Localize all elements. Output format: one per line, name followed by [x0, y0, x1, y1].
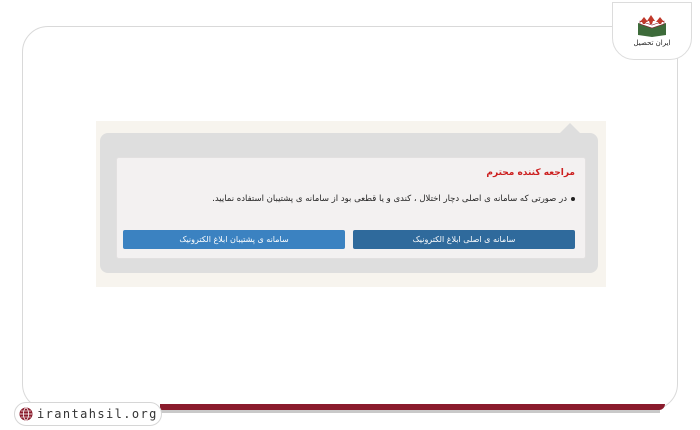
book-logo-icon	[638, 15, 666, 37]
globe-icon	[19, 407, 33, 421]
panel-notch	[560, 123, 580, 133]
frame-accent-line	[160, 404, 665, 410]
site-url-badge: irantahsil.org	[14, 402, 162, 426]
notice-card: مراجعه کننده محترم در صورتی که سامانه ی …	[116, 157, 586, 259]
notice-container: مراجعه کننده محترم در صورتی که سامانه ی …	[100, 123, 598, 273]
notice-message: در صورتی که سامانه ی اصلی دچار اختلال ، …	[212, 194, 567, 204]
primary-system-button[interactable]: سامانه ی اصلی ابلاغ الکترونیک	[353, 230, 575, 249]
site-url-text: irantahsil.org	[37, 407, 158, 421]
notice-title: مراجعه کننده محترم	[486, 168, 575, 178]
screenshot-panel: مراجعه کننده محترم در صورتی که سامانه ی …	[96, 121, 606, 287]
bullet-icon	[571, 197, 575, 201]
notice-message-row: در صورتی که سامانه ی اصلی دچار اختلال ، …	[212, 194, 575, 204]
brand-logo: ایران تحصیل	[612, 2, 692, 60]
logo-text: ایران تحصیل	[633, 39, 671, 47]
backup-system-button[interactable]: سامانه ی پشتیبان ابلاغ الکترونیک	[123, 230, 345, 249]
